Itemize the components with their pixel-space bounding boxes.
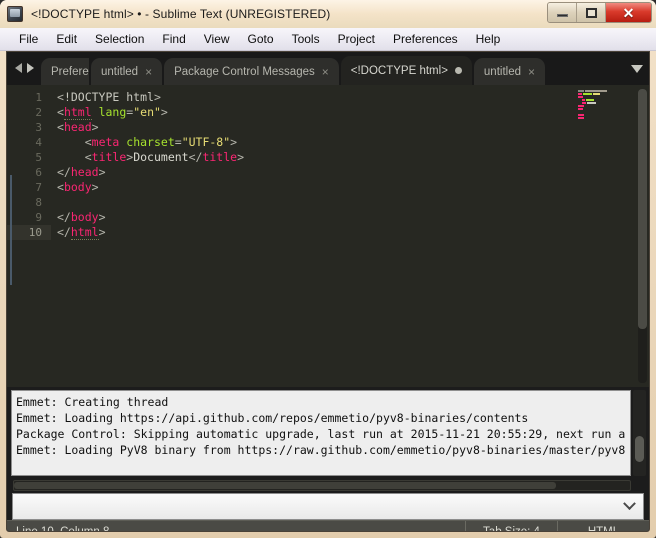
console-hscrollbar-thumb[interactable] — [14, 482, 557, 489]
menu-item-preferences[interactable]: Preferences — [384, 30, 467, 48]
menu-item-tools[interactable]: Tools — [283, 30, 329, 48]
editor-vertical-scrollbar[interactable] — [638, 89, 647, 383]
line-number: 8 — [35, 196, 42, 209]
menu-item-file[interactable]: File — [10, 30, 47, 48]
close-icon: ✕ — [622, 4, 635, 21]
menu-item-find[interactable]: Find — [153, 30, 194, 48]
line-number-gutter: 1 2 3 4 5 6 7 8 9 10 — [7, 85, 51, 387]
status-bar: Line 10, Column 8 Tab Size: 4 HTML — [7, 520, 649, 532]
menu-item-view[interactable]: View — [195, 30, 239, 48]
maximize-button[interactable] — [577, 3, 606, 22]
menu-item-goto[interactable]: Goto — [239, 30, 283, 48]
line-number: 1 — [35, 91, 42, 104]
line-number: 2 — [35, 106, 42, 119]
cursor-position-status: Line 10, Column 8 — [16, 526, 110, 532]
unsaved-changes-icon[interactable] — [454, 67, 462, 74]
menu-bar: File Edit Selection Find View Goto Tools… — [0, 28, 656, 51]
menu-item-project[interactable]: Project — [329, 30, 384, 48]
console-line: Emmet: Loading https://api.github.com/re… — [16, 411, 529, 425]
title-bar: <!DOCTYPE html> • - Sublime Text (UNREGI… — [0, 0, 656, 28]
chevron-down-icon — [622, 497, 636, 511]
line-number: 6 — [35, 166, 42, 179]
line-number: 7 — [35, 181, 42, 194]
chevron-down-icon — [631, 64, 643, 73]
tab-bar: Preferer untitled × Package Control Mess… — [7, 52, 649, 85]
tab-size-status[interactable]: Tab Size: 4 — [465, 520, 557, 531]
close-window-button[interactable]: ✕ — [606, 3, 651, 22]
sublime-app-icon — [7, 6, 23, 22]
tab-label: <!DOCTYPE html> — [350, 64, 448, 77]
application-window: <!DOCTYPE html> • - Sublime Text (UNREGI… — [0, 0, 656, 538]
line-number: 3 — [35, 121, 42, 134]
minimize-button[interactable] — [548, 3, 577, 22]
minimize-icon — [556, 13, 568, 17]
console-line: Emmet: Loading PyV8 binary from https://… — [16, 443, 626, 457]
minimap-row — [558, 117, 636, 120]
line-number-current: 10 — [7, 225, 51, 240]
tab-strip: Preferer untitled × Package Control Mess… — [41, 52, 625, 85]
console-input-dropdown-button[interactable] — [621, 497, 637, 511]
console-scrollbar-thumb[interactable] — [635, 436, 644, 462]
tab-preferences[interactable]: Preferer — [41, 58, 89, 85]
console-panel: Emmet: Creating thread Emmet: Loading ht… — [7, 387, 649, 479]
tab-overflow-menu-button[interactable] — [625, 52, 649, 85]
minimap[interactable] — [558, 90, 636, 382]
tab-untitled-2[interactable]: untitled × — [473, 58, 546, 85]
prev-arrow-icon[interactable] — [15, 62, 22, 73]
next-arrow-icon[interactable] — [27, 62, 34, 73]
tab-close-icon[interactable]: × — [145, 66, 152, 78]
line-number: 5 — [35, 151, 42, 164]
menu-item-selection[interactable]: Selection — [86, 30, 153, 48]
console-output[interactable]: Emmet: Creating thread Emmet: Loading ht… — [11, 390, 631, 476]
tab-close-icon[interactable]: × — [322, 66, 329, 78]
tab-package-control-messages[interactable]: Package Control Messages × — [164, 58, 339, 85]
maximize-icon — [585, 7, 597, 18]
console-vertical-scrollbar[interactable] — [633, 390, 646, 476]
line-number: 4 — [35, 136, 42, 149]
code-editor[interactable]: 1 2 3 4 5 6 7 8 9 10 <!DOCTYPE html> <ht… — [7, 85, 649, 387]
console-input-row[interactable] — [12, 493, 644, 520]
editor-scrollbar-thumb[interactable] — [638, 89, 647, 329]
tab-label: Package Control Messages — [174, 65, 315, 78]
line-number: 9 — [35, 211, 42, 224]
tab-label: untitled — [483, 65, 521, 78]
editor-workspace: Preferer untitled × Package Control Mess… — [6, 51, 650, 532]
tab-close-icon[interactable]: × — [528, 66, 535, 78]
window-title: <!DOCTYPE html> • - Sublime Text (UNREGI… — [31, 7, 331, 21]
window-controls: ✕ — [547, 2, 652, 23]
menu-item-help[interactable]: Help — [467, 30, 510, 48]
menu-item-edit[interactable]: Edit — [47, 30, 86, 48]
syntax-mode-status[interactable]: HTML — [557, 520, 649, 531]
console-line: Emmet: Creating thread — [16, 395, 169, 409]
tab-doctype-html[interactable]: <!DOCTYPE html> — [340, 56, 472, 85]
console-line: Package Control: Skipping automatic upgr… — [16, 427, 626, 441]
tab-label: untitled — [101, 65, 139, 78]
tab-untitled-1[interactable]: untitled × — [91, 58, 163, 85]
tab-navigation — [11, 52, 41, 85]
console-input[interactable] — [19, 499, 621, 514]
console-horizontal-scrollbar[interactable] — [13, 480, 631, 491]
tab-label: Preferer — [51, 65, 89, 78]
fold-marker — [10, 175, 12, 285]
